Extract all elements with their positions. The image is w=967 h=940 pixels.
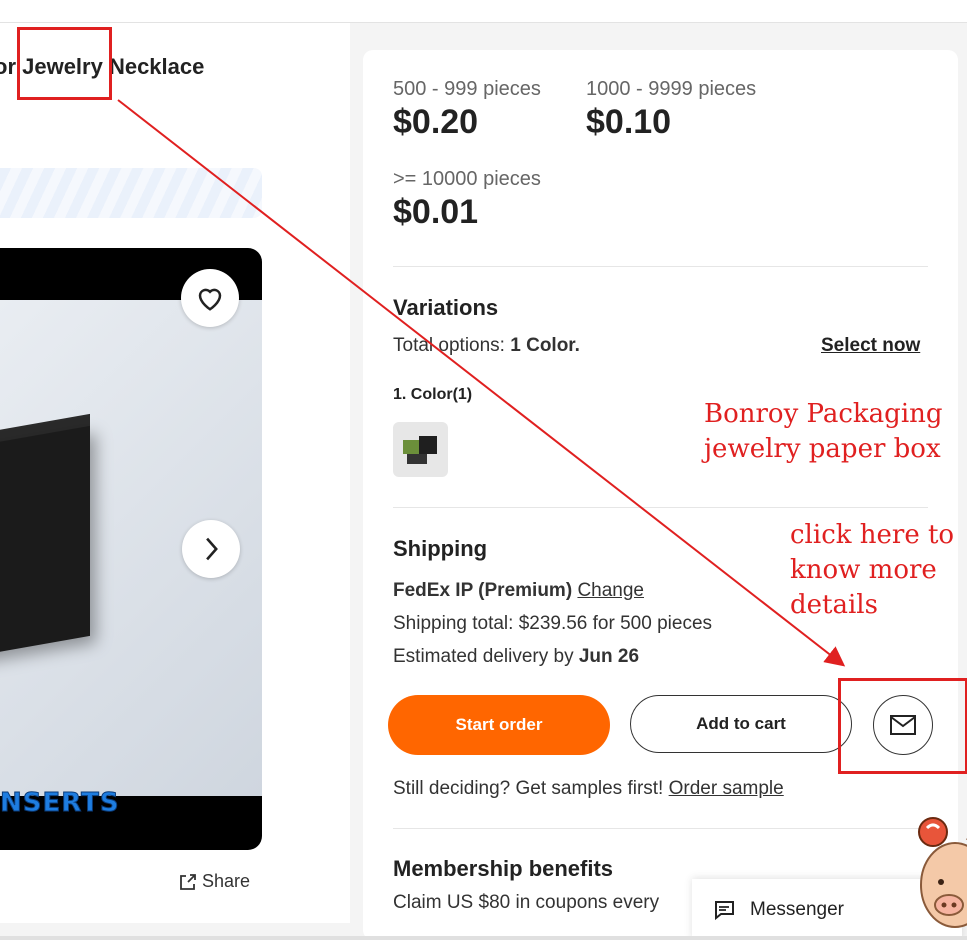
change-shipping-link[interactable]: Change xyxy=(577,580,644,601)
estimated-delivery: Estimated delivery by Jun 26 xyxy=(393,646,639,668)
tier-price: $0.20 xyxy=(393,103,479,141)
variations-total: Total options: 1 Color. xyxy=(393,335,580,357)
product-box xyxy=(0,425,90,665)
top-bar xyxy=(0,0,967,23)
annotation-text: details xyxy=(790,590,878,620)
annotation-text: jewelry paper box xyxy=(704,434,941,464)
color-label: 1. Color(1) xyxy=(393,386,473,403)
share-icon xyxy=(180,873,196,890)
chevron-right-icon xyxy=(206,537,218,561)
shipping-method: FedEx IP (Premium) xyxy=(393,580,573,601)
share-label: Share xyxy=(202,871,251,891)
section-divider xyxy=(393,828,928,829)
color-swatch[interactable] xyxy=(393,422,448,477)
swatch-part xyxy=(407,454,427,464)
add-to-cart-button[interactable]: Add to cart xyxy=(630,695,852,753)
price-tier: 500 - 999 pieces $0.20 xyxy=(393,78,541,142)
shipping-title: Shipping xyxy=(393,536,488,561)
bottom-border xyxy=(0,936,967,940)
tier-quantity: >= 10000 pieces xyxy=(393,168,541,190)
variations-total-prefix: Total options: xyxy=(393,335,511,356)
shipping-total: Shipping total: $239.56 for 500 pieces xyxy=(393,613,713,634)
share-button[interactable]: Share xyxy=(178,871,250,892)
next-image-button[interactable] xyxy=(182,520,240,578)
variations-title: Variations xyxy=(393,295,499,320)
annotation-highlight-title xyxy=(17,27,112,100)
mascot-image xyxy=(918,817,967,928)
shipping-method-line: FedEx IP (Premium) Change xyxy=(393,580,644,602)
annotation-highlight-contact xyxy=(838,678,967,774)
price-tier: 1000 - 9999 pieces $0.10 xyxy=(586,78,756,142)
start-order-button[interactable]: Start order xyxy=(388,695,610,755)
favorite-button[interactable] xyxy=(181,269,239,327)
annotation-text: know more xyxy=(790,555,937,585)
samples-text: Still deciding? Get samples first! xyxy=(393,778,669,799)
select-now-link[interactable]: Select now xyxy=(821,335,920,357)
section-divider xyxy=(393,266,928,267)
order-sample-link[interactable]: Order sample xyxy=(669,778,784,799)
samples-line: Still deciding? Get samples first! Order… xyxy=(393,778,784,800)
delivery-prefix: Estimated delivery by xyxy=(393,646,579,667)
chat-icon xyxy=(715,900,734,920)
membership-title: Membership benefits xyxy=(393,856,614,881)
price-tier: >= 10000 pieces $0.01 xyxy=(393,168,541,232)
delivery-date: Jun 26 xyxy=(578,646,640,667)
tier-price: $0.01 xyxy=(393,193,479,231)
section-divider xyxy=(393,507,928,508)
tier-quantity: 1000 - 9999 pieces xyxy=(586,78,757,100)
messenger-label: Messenger xyxy=(750,898,844,920)
membership-text: Claim US $80 in coupons every xyxy=(393,892,660,913)
tier-quantity: 500 - 999 pieces xyxy=(393,78,541,100)
promo-banner xyxy=(0,168,262,218)
annotation-note-product: Bonroy Packaging jewelry paper box xyxy=(704,397,943,467)
media-caption: NSERTS xyxy=(0,788,120,819)
annotation-note-click: click here to know more details xyxy=(790,518,954,623)
tier-price: $0.10 xyxy=(586,103,672,141)
swatch-part xyxy=(419,436,437,454)
variations-total-value: 1 Color. xyxy=(510,335,580,356)
heart-icon xyxy=(198,288,222,311)
annotation-text: Bonroy Packaging xyxy=(704,399,943,429)
annotation-text: click here to xyxy=(790,520,955,550)
